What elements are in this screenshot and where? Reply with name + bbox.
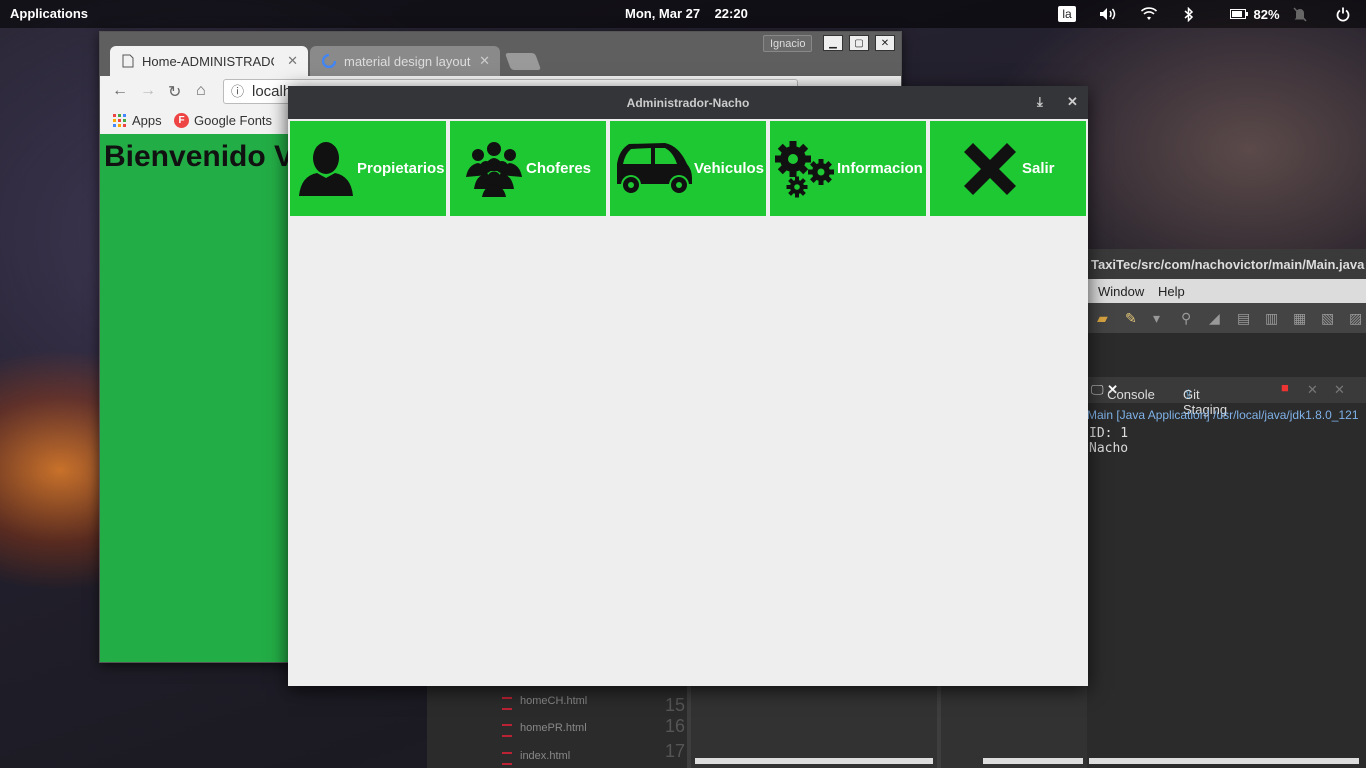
button-label: Vehiculos — [694, 160, 765, 177]
eclipse-toolbar: ▰ ✎ ▾ ⚲ ◢ ▤ ▥ ▦ ▧ ▨ — [1087, 303, 1366, 333]
file-item[interactable]: homePR.html — [502, 722, 587, 737]
remove-all-icon[interactable]: ✕ — [1334, 382, 1345, 398]
new-tab-button[interactable] — [504, 53, 542, 70]
admin-window: Administrador-Nacho ⤓ ✕ Propietarios Cho… — [288, 86, 1088, 686]
propietarios-button[interactable]: Propietarios — [290, 121, 446, 216]
scrollbar[interactable] — [695, 758, 933, 764]
button-label: Choferes — [526, 160, 592, 177]
apps-grid-icon — [113, 113, 126, 127]
close-icon[interactable]: ✕ — [1067, 94, 1078, 110]
battery-icon — [1230, 9, 1249, 19]
bookmark-google-fonts[interactable]: F Google Fonts — [174, 113, 272, 128]
home-icon[interactable]: ⌂ — [196, 82, 206, 100]
close-x-icon — [964, 142, 1016, 195]
reload-icon[interactable]: ↻ — [168, 82, 181, 102]
group-icon — [466, 141, 522, 197]
informacion-button[interactable]: Informacion — [770, 121, 926, 216]
open-folder-icon[interactable]: ▰ — [1097, 310, 1108, 327]
tab-material-design[interactable]: material design layout ✕ — [310, 46, 500, 76]
forward-icon[interactable]: → — [140, 82, 156, 100]
wifi-icon[interactable] — [1139, 0, 1159, 28]
browser-titlebar: Home-ADMINISTRADOR ✕ material design lay… — [100, 32, 901, 76]
back-icon[interactable]: ← — [112, 82, 128, 100]
terminate-icon[interactable]: ■ — [1281, 380, 1289, 395]
console-header: Main [Java Application] /usr/local/java/… — [1087, 408, 1359, 422]
tab-home-administrador[interactable]: Home-ADMINISTRADOR ✕ — [110, 46, 308, 76]
tab-console[interactable]: 🖵 Console ✕ — [1091, 382, 1155, 402]
choferes-button[interactable]: Choferes — [450, 121, 606, 216]
bookmark-apps[interactable]: Apps — [113, 113, 162, 128]
menu-help[interactable]: Help — [1158, 284, 1185, 299]
scrollbar[interactable] — [983, 758, 1083, 764]
button-label: Propietarios — [357, 160, 445, 177]
profile-button[interactable]: Ignacio — [763, 35, 813, 52]
button-label: Salir — [1022, 160, 1055, 177]
close-window-icon[interactable]: ✕ — [875, 35, 895, 51]
menu-window[interactable]: Window — [1098, 284, 1144, 299]
console-line: ID: 1 — [1089, 426, 1129, 441]
power-icon[interactable] — [1333, 0, 1353, 28]
tool-icon[interactable]: ⚲ — [1181, 310, 1191, 327]
window-title: Administrador-Nacho — [626, 95, 750, 110]
salir-button[interactable]: Salir — [930, 121, 1086, 216]
top-panel: Applications Mon, Mar 27 22:20 la 82% — [0, 0, 1366, 28]
editor-pane — [937, 686, 1087, 768]
google-icon — [322, 54, 336, 68]
user-icon — [299, 141, 353, 196]
fonts-icon: F — [174, 113, 189, 128]
car-icon — [617, 142, 692, 195]
tool-icon[interactable]: ▨ — [1349, 310, 1362, 327]
eclipse-menubar: Window Help — [1087, 279, 1366, 303]
line-number: 16 — [665, 716, 686, 736]
file-list: homeCH.html homePR.html index.html 15 16… — [427, 686, 687, 768]
tool-icon[interactable]: ◢ — [1209, 310, 1220, 327]
admin-titlebar: Administrador-Nacho ⤓ ✕ — [288, 86, 1088, 119]
dropdown-icon[interactable]: ▾ — [1153, 310, 1160, 327]
gears-icon — [775, 140, 834, 197]
battery-indicator[interactable]: 82% — [1219, 0, 1291, 28]
minimize-icon[interactable]: ▁ — [823, 35, 843, 51]
minimize-icon[interactable]: ⤓ — [1037, 94, 1043, 110]
console-line: Nacho — [1089, 441, 1129, 456]
notifications-off-icon[interactable] — [1290, 0, 1310, 28]
close-tab-icon[interactable]: ✕ — [287, 53, 298, 69]
remove-launch-icon[interactable]: ✕ — [1307, 382, 1318, 398]
applications-menu[interactable]: Applications — [10, 6, 88, 21]
keyboard-indicator[interactable]: la — [1057, 0, 1077, 28]
tool-icon[interactable]: ▥ — [1265, 310, 1278, 327]
eclipse-window: TaxiTec/src/com/nachovictor/main/Main.ja… — [1087, 249, 1366, 768]
bluetooth-icon[interactable] — [1180, 0, 1198, 28]
file-item[interactable]: index.html — [501, 750, 570, 765]
button-label: Informacion — [837, 160, 923, 177]
vehiculos-button[interactable]: Vehiculos — [610, 121, 766, 216]
tool-icon[interactable]: ▤ — [1237, 310, 1250, 327]
close-tab-icon[interactable]: ✕ — [479, 53, 490, 69]
info-icon: ⓘ — [231, 84, 245, 99]
editor-pane — [687, 686, 937, 768]
console-tabs: 🖵 Console ✕ ⇪ Git Staging ■ ✕ ✕ — [1087, 377, 1366, 417]
brush-icon[interactable]: ✎ — [1125, 310, 1137, 327]
eclipse-title: TaxiTec/src/com/nachovictor/main/Main.ja… — [1087, 249, 1366, 279]
maximize-icon[interactable]: ▢ — [849, 35, 869, 51]
file-item[interactable]: homeCH.html — [501, 695, 587, 710]
volume-icon[interactable] — [1098, 0, 1120, 28]
line-number: 17 — [665, 741, 686, 761]
line-number: 15 — [665, 695, 686, 715]
clock[interactable]: Mon, Mar 27 22:20 — [625, 6, 748, 21]
scrollbar[interactable] — [1089, 758, 1359, 764]
page-icon — [122, 54, 134, 68]
tool-icon[interactable]: ▦ — [1293, 310, 1306, 327]
tool-icon[interactable]: ▧ — [1321, 310, 1334, 327]
page-heading: Bienvenido V — [104, 140, 295, 173]
